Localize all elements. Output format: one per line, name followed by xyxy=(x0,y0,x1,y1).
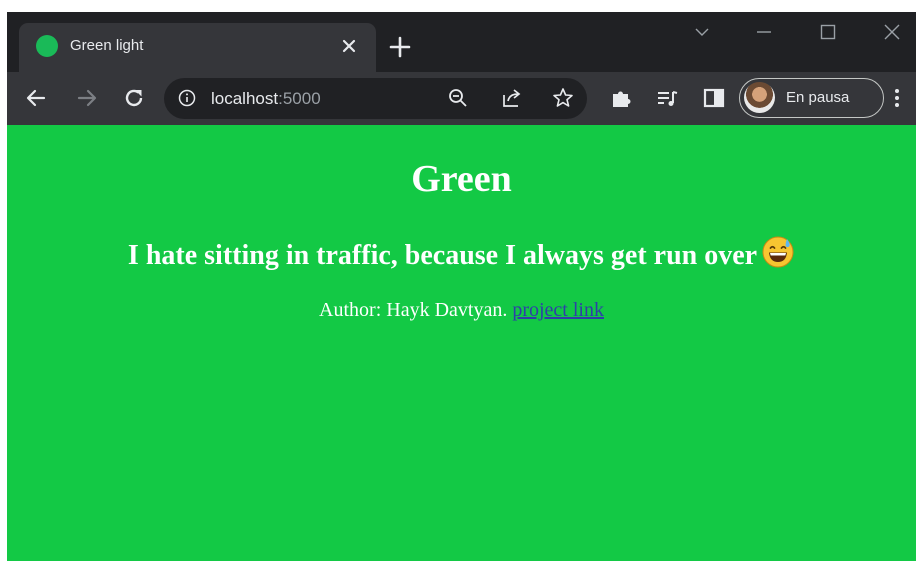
side-panel-icon[interactable] xyxy=(701,85,727,111)
joke-text: I hate sitting in traffic, because I alw… xyxy=(7,235,916,274)
more-menu-icon[interactable] xyxy=(889,85,905,111)
media-control-icon[interactable] xyxy=(654,85,680,111)
address-bar[interactable]: localhost:5000 xyxy=(164,78,587,119)
profile-button[interactable]: En pausa xyxy=(739,78,884,118)
profile-status-label: En pausa xyxy=(786,89,850,106)
browser-window: Green light localhost:5000 En pausa Gree… xyxy=(7,12,916,561)
tab-title: Green light xyxy=(70,37,144,54)
close-window-button[interactable] xyxy=(872,16,912,48)
page-title: Green xyxy=(411,158,512,200)
url-port: :5000 xyxy=(278,89,321,108)
page-content: Green I hate sitting in traffic, because… xyxy=(7,125,916,561)
zoom-icon[interactable] xyxy=(446,86,472,112)
author-text: Author: Hayk Davtyan. xyxy=(319,299,508,321)
tab-strip: Green light xyxy=(7,12,916,72)
avatar xyxy=(744,82,775,113)
site-info-icon[interactable] xyxy=(178,89,196,107)
url-text: localhost:5000 xyxy=(211,88,321,110)
new-tab-button[interactable] xyxy=(387,34,413,60)
tab-search-chevron-icon[interactable] xyxy=(682,16,722,48)
grinning-face-with-sweat-icon xyxy=(761,235,795,269)
project-link[interactable]: project link xyxy=(512,299,604,321)
tab-green-light[interactable]: Green light xyxy=(19,23,376,72)
bookmark-star-icon[interactable] xyxy=(551,86,577,112)
url-host: localhost xyxy=(211,89,279,108)
joke-sentence: I hate sitting in traffic, because I alw… xyxy=(127,240,758,271)
share-icon[interactable] xyxy=(500,86,526,112)
author-line: Author: Hayk Davtyan. project link xyxy=(7,297,916,323)
favicon-icon xyxy=(36,35,58,57)
tab-close-icon[interactable] xyxy=(339,36,359,56)
back-button[interactable] xyxy=(23,85,49,111)
maximize-button[interactable] xyxy=(808,16,848,48)
extensions-puzzle-icon[interactable] xyxy=(608,85,634,111)
browser-toolbar: localhost:5000 En pausa xyxy=(7,72,916,125)
minimize-button[interactable] xyxy=(744,16,784,48)
reload-button[interactable] xyxy=(121,85,147,111)
forward-button[interactable] xyxy=(74,85,100,111)
